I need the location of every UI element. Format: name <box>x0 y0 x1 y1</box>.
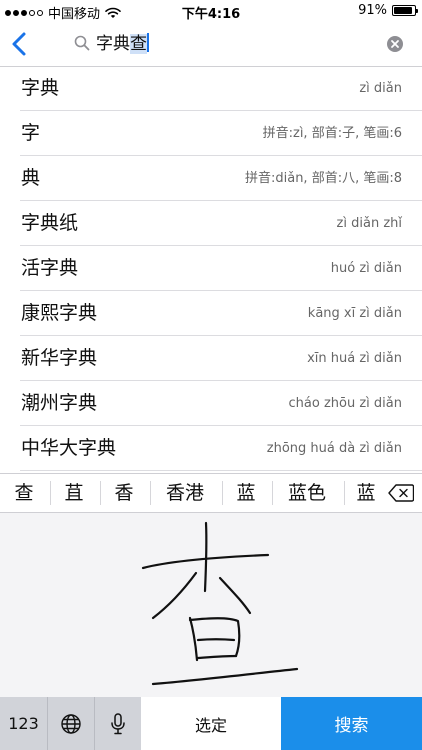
status-bar: 中国移动 下午4:16 91% <box>0 0 422 22</box>
result-row[interactable]: 字典纸 zì diǎn zhǐ <box>0 201 422 246</box>
numbers-key-label: 123 <box>8 714 39 733</box>
ink-stroke <box>188 616 199 662</box>
candidate-divider <box>50 481 51 505</box>
text-caret <box>147 33 149 52</box>
candidate-divider <box>344 481 345 505</box>
candidate-divider <box>100 481 101 505</box>
results-list: 字典 zì diǎn 字 拼音:zì, 部首:子, 笔画:6 典 拼音:diǎn… <box>0 66 422 473</box>
result-row[interactable]: 典 拼音:diǎn, 部首:八, 笔画:8 <box>0 156 422 201</box>
result-row[interactable]: 康熙字典 kāng xī zì diǎn <box>0 291 422 336</box>
candidate-item[interactable]: 蓝色 <box>274 474 340 512</box>
result-word: 字 <box>21 122 41 144</box>
result-row[interactable]: 中华大字典 zhōng huá dà zì diǎn <box>0 426 422 471</box>
result-row[interactable]: 活字典 huó zì diǎn <box>0 246 422 291</box>
result-row[interactable]: 潮州字典 cháo zhōu zì diǎn <box>0 381 422 426</box>
chevron-left-icon <box>12 32 26 56</box>
result-detail: zhōng huá dà zì diǎn <box>266 441 402 456</box>
handwriting-canvas[interactable] <box>0 513 422 697</box>
candidate-item[interactable]: 蓝 <box>346 474 386 512</box>
battery-fill <box>394 7 413 14</box>
candidate-item[interactable]: 苴 <box>52 474 96 512</box>
result-word: 活字典 <box>21 257 79 279</box>
candidate-item[interactable]: 香 <box>102 474 146 512</box>
ink-stroke <box>196 638 236 642</box>
ink-stroke <box>188 617 241 658</box>
battery-icon <box>392 5 418 16</box>
result-word: 新华字典 <box>21 347 98 369</box>
candidate-divider <box>150 481 151 505</box>
result-row[interactable]: 字 拼音:zì, 部首:子, 笔画:6 <box>0 111 422 156</box>
search-key-label: 搜索 <box>334 716 369 736</box>
status-right: 91% <box>358 3 418 18</box>
candidate-divider <box>222 481 223 505</box>
ink-stroke <box>203 521 208 593</box>
result-word: 字典 <box>21 77 60 99</box>
microphone-key[interactable] <box>95 697 141 750</box>
select-key-label: 选定 <box>194 715 227 735</box>
candidate-bar: 查 苴 香 香港 蓝 蓝色 蓝 <box>0 473 422 513</box>
result-word: 字典纸 <box>21 212 79 234</box>
ink-stroke <box>151 571 198 620</box>
result-detail: xīn huá zì diǎn <box>307 351 402 366</box>
result-row[interactable]: 新华字典 xīn huá zì diǎn <box>0 336 422 381</box>
backspace-button[interactable] <box>388 484 414 502</box>
battery-percent: 91% <box>358 3 387 18</box>
result-word: 典 <box>21 167 41 189</box>
result-detail: kāng xī zì diǎn <box>307 306 402 321</box>
numbers-key[interactable]: 123 <box>0 697 47 750</box>
candidate-item[interactable]: 蓝 <box>224 474 268 512</box>
candidate-item[interactable]: 查 <box>2 474 46 512</box>
ink-stroke <box>218 576 252 615</box>
select-key[interactable]: 选定 <box>141 697 281 750</box>
keyboard-bottom-row: 123 选定 搜索 <box>0 697 422 750</box>
result-detail: zì diǎn zhǐ <box>336 216 402 231</box>
search-input[interactable]: 字典查 <box>96 33 149 55</box>
result-detail: huó zì diǎn <box>330 261 402 276</box>
microphone-icon <box>111 712 125 734</box>
search-header: 字典查 <box>0 22 422 67</box>
result-word: 中华大字典 <box>21 437 117 459</box>
globe-icon <box>61 713 81 734</box>
search-key[interactable]: 搜索 <box>281 697 422 750</box>
result-detail: 拼音:diǎn, 部首:八, 笔画:8 <box>244 171 402 186</box>
magnifier-icon <box>74 35 90 51</box>
result-row[interactable]: 字典 zì diǎn <box>0 66 422 111</box>
globe-key[interactable] <box>48 697 94 750</box>
back-button[interactable] <box>8 30 32 58</box>
result-detail: 拼音:zì, 部首:子, 笔画:6 <box>262 126 402 141</box>
ink-stroke <box>151 667 299 686</box>
clear-search-button[interactable] <box>386 35 404 53</box>
result-word: 潮州字典 <box>21 392 98 414</box>
result-word: 康熙字典 <box>21 302 98 324</box>
result-detail: cháo zhōu zì diǎn <box>288 396 402 411</box>
ink-stroke <box>196 654 238 660</box>
candidate-item[interactable]: 香港 <box>152 474 218 512</box>
result-detail: zì diǎn <box>359 81 402 96</box>
handwriting-keyboard: 查 苴 香 香港 蓝 蓝色 蓝 123 选定 搜索 <box>0 473 422 750</box>
search-query-composing: 查 <box>130 34 147 54</box>
candidate-divider <box>272 481 273 505</box>
backspace-icon <box>388 484 414 502</box>
search-query-text: 字典 <box>96 34 130 54</box>
